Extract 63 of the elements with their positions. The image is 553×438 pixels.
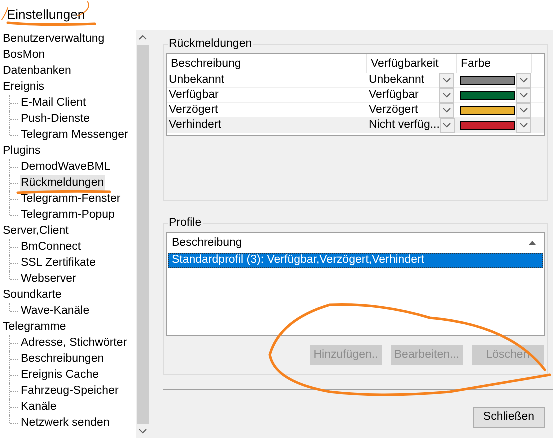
chevron-down-icon (442, 108, 450, 113)
tree-item[interactable]: Fahrzeug-Speicher (20, 383, 120, 399)
tree-item[interactable]: Telegramm-Fenster (20, 191, 122, 207)
tree-item[interactable]: Netzwerk senden (20, 415, 111, 431)
tree-item[interactable]: Ereignis Cache (20, 367, 100, 383)
chevron-down-icon (442, 78, 450, 83)
table-cell-text: Unbekannt (369, 72, 426, 88)
tree-item[interactable]: Telegram Messenger (20, 127, 130, 143)
dropdown-button[interactable] (439, 88, 454, 103)
group-title: Rückmeldungen (168, 37, 254, 52)
table-cell-text: Unbekannt (168, 72, 226, 88)
chevron-down-icon[interactable] (139, 429, 147, 434)
tree-item[interactable]: Wave-Kanäle (20, 303, 91, 319)
table-cell-text: Verzögert (369, 102, 420, 118)
column-header[interactable]: Beschreibung (172, 234, 529, 252)
table-cell-text: Verfügbar (369, 88, 420, 103)
column-header[interactable]: Beschreibung (167, 54, 367, 74)
scrollbar[interactable] (136, 30, 150, 438)
dropdown-button[interactable] (516, 72, 531, 88)
tree-item[interactable]: Server,Client (2, 223, 70, 239)
tree-item[interactable]: Kanäle (20, 399, 58, 415)
tree-item[interactable]: Rückmeldungen (20, 175, 106, 191)
table-row[interactable]: Verhindert Nicht verfüg... (167, 118, 544, 134)
chevron-up-icon[interactable] (139, 35, 147, 40)
tree-item[interactable]: Push-Dienste (20, 111, 92, 127)
dropdown-button[interactable] (516, 118, 531, 133)
table-cell-text: Nicht verfüg... (369, 118, 440, 133)
table-row[interactable]: Unbekannt Unbekannt (167, 73, 544, 88)
table-cell-text: Verfügbar (168, 88, 220, 103)
chevron-down-icon (520, 92, 528, 98)
tree-item[interactable]: Soundkarte (2, 287, 63, 303)
dropdown-button[interactable] (440, 118, 455, 133)
close-button[interactable]: Schließen (473, 407, 545, 428)
table-cell-text: Verzögert (168, 102, 220, 118)
chevron-down-icon (520, 108, 528, 113)
dropdown-button[interactable] (439, 102, 454, 118)
tree-item[interactable]: DemodWaveBML (20, 159, 112, 175)
chevron-down-icon (442, 92, 450, 98)
tree-item[interactable]: Webserver (20, 271, 78, 287)
chevron-down-icon (520, 78, 528, 83)
tree-item[interactable]: BosMon (2, 47, 46, 63)
chevron-down-icon (520, 122, 528, 128)
tree-item[interactable]: Datenbanken (2, 63, 72, 79)
sort-up-icon (529, 241, 536, 246)
dropdown-button[interactable] (516, 88, 531, 103)
tree-item[interactable]: Telegramm-Popup (20, 207, 116, 223)
tree-item[interactable]: Plugins (2, 143, 42, 159)
table-cell-text: Verhindert (168, 118, 222, 133)
tree-item[interactable]: SSL Zertifikate (20, 255, 97, 271)
tree-item[interactable]: Beschreibungen (20, 351, 106, 367)
tree-item[interactable]: Adresse, Stichwörter (20, 335, 128, 351)
table-row[interactable]: Verfügbar Verfügbar (167, 88, 544, 104)
tree-item[interactable]: Benutzerverwaltung (2, 31, 106, 47)
tree-item[interactable]: Ereignis (2, 79, 46, 95)
list-item[interactable]: Standardprofil (3): Verfügbar,Verzögert,Verhindert (168, 253, 543, 268)
group-title: Profile (168, 216, 203, 231)
dropdown-button[interactable] (439, 72, 454, 88)
tree-item[interactable]: BmConnect (20, 239, 82, 255)
chevron-down-icon (443, 122, 452, 128)
window-title: Einstellungen (7, 6, 86, 24)
dropdown-button[interactable] (516, 102, 531, 118)
tree-item[interactable]: Telegramme (2, 319, 68, 335)
tree-item[interactable]: E-Mail Client (20, 95, 88, 111)
